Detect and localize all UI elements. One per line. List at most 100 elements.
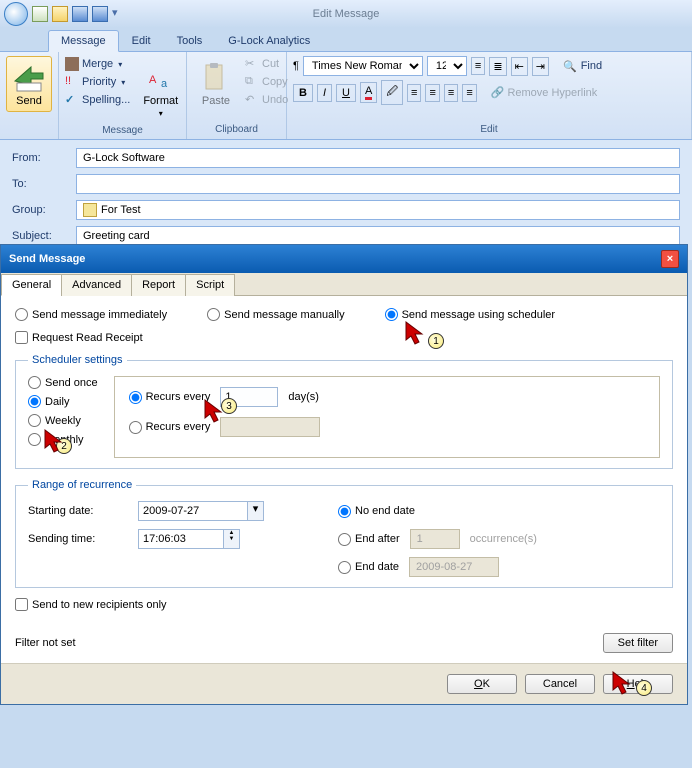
radio-weekly[interactable]: Weekly <box>28 414 98 427</box>
tab-tools[interactable]: Tools <box>164 30 216 51</box>
indent-icon[interactable]: ⇥ <box>532 57 549 76</box>
qat-open-icon[interactable] <box>52 6 68 22</box>
priority-button[interactable]: !!Priority <box>65 74 130 90</box>
to-field[interactable] <box>76 174 680 194</box>
bullets-icon[interactable]: ≡ <box>471 57 485 75</box>
find-button[interactable]: Find <box>581 59 602 73</box>
italic-button[interactable]: I <box>317 84 332 102</box>
highlight-button[interactable]: 🖉 <box>381 80 403 105</box>
send-button[interactable]: Send <box>6 56 52 112</box>
tab-general-panel: Send message immediately Send message ma… <box>1 296 687 623</box>
cut-icon: ✂ <box>245 57 259 71</box>
radio-send-scheduler[interactable]: Send message using scheduler <box>385 308 555 321</box>
align-center-icon[interactable]: ≡ <box>425 84 439 102</box>
annotation-badge-4: 4 <box>636 680 652 696</box>
message-group: Merge !!Priority ✓Spelling... Aa Format▾… <box>59 52 187 139</box>
radio-recurs-every[interactable]: Recurs every <box>129 391 211 404</box>
font-type-icon: ¶ <box>293 60 299 72</box>
ok-button[interactable]: OOKK <box>447 674 517 694</box>
check-new-recipients[interactable]: Send to new recipients only <box>15 598 673 611</box>
cancel-button[interactable]: Cancel <box>525 674 595 694</box>
format-icon: Aa <box>145 61 177 93</box>
align-right-icon[interactable]: ≡ <box>444 84 458 102</box>
qat-save-as-icon[interactable] <box>72 6 88 22</box>
svg-text:a: a <box>161 78 168 90</box>
undo-button[interactable]: ↶Undo <box>245 92 288 108</box>
scheduler-legend: Scheduler settings <box>28 354 127 366</box>
sending-time-input[interactable] <box>138 529 224 549</box>
qat-customize-icon[interactable]: ▾ <box>112 6 128 22</box>
from-label: From: <box>12 152 76 164</box>
group-icon <box>83 203 97 217</box>
close-button[interactable]: × <box>661 250 679 268</box>
from-field[interactable] <box>76 148 680 168</box>
qat-save-icon[interactable] <box>92 6 108 22</box>
copy-button[interactable]: ⧉Copy <box>245 74 288 90</box>
end-date-input <box>409 557 499 577</box>
ribbon-tabs: Message Edit Tools G-Lock Analytics <box>0 28 692 52</box>
check-read-receipt[interactable]: Request Read Receipt <box>15 331 673 344</box>
paste-button[interactable]: Paste <box>193 56 239 122</box>
spelling-button[interactable]: ✓Spelling... <box>65 92 130 108</box>
set-filter-button[interactable]: Set filter <box>603 633 673 653</box>
align-justify-icon[interactable]: ≡ <box>462 84 476 102</box>
numbering-icon[interactable]: ≣ <box>489 57 506 76</box>
outdent-icon[interactable]: ⇤ <box>511 57 528 76</box>
merge-button[interactable]: Merge <box>65 56 130 72</box>
dialog-tabs: General Advanced Report Script <box>1 273 687 296</box>
underline-button[interactable]: U <box>336 84 356 102</box>
font-size-select[interactable]: 12 <box>427 56 467 76</box>
radio-recurs-every-alt[interactable]: Recurs every <box>129 421 211 434</box>
tab-advanced[interactable]: Advanced <box>61 274 132 296</box>
radio-end-after[interactable]: End after <box>338 533 400 546</box>
occurrences-label: occurrence(s) <box>470 533 537 545</box>
tab-report[interactable]: Report <box>131 274 186 296</box>
remove-link-icon: 🔗 <box>491 86 505 99</box>
send-message-dialog: Send Message × General Advanced Report S… <box>0 244 688 705</box>
time-spinner[interactable]: ▲▼ <box>224 529 240 549</box>
quick-access-toolbar: ▾ <box>32 6 128 22</box>
remove-link-button[interactable]: 🔗Remove Hyperlink <box>491 85 598 100</box>
align-left-icon[interactable]: ≡ <box>407 84 421 102</box>
radio-send-immediately[interactable]: Send message immediately <box>15 308 167 321</box>
date-dropdown-icon[interactable]: ▾ <box>248 501 264 521</box>
tab-script[interactable]: Script <box>185 274 235 296</box>
recur-day-select <box>220 417 320 437</box>
group-field[interactable]: For Test <box>76 200 680 220</box>
radio-send-manually[interactable]: Send message manually <box>207 308 344 321</box>
qat-new-icon[interactable] <box>32 6 48 22</box>
annotation-badge-2: 2 <box>56 438 72 454</box>
message-group-label: Message <box>65 123 180 136</box>
edit-group: ¶ Times New Roman 12 ≡ ≣ ⇤ ⇥ 🔍Find B I U… <box>287 52 692 139</box>
bold-button[interactable]: B <box>293 84 313 102</box>
send-icon <box>13 61 45 93</box>
recurs-unit: day(s) <box>288 391 319 403</box>
undo-icon: ↶ <box>245 93 259 107</box>
font-name-select[interactable]: Times New Roman <box>303 56 423 76</box>
range-legend: Range of recurrence <box>28 479 136 491</box>
group-label: Group: <box>12 204 76 216</box>
svg-text:A: A <box>149 74 157 86</box>
merge-icon <box>65 57 79 71</box>
tab-analytics[interactable]: G-Lock Analytics <box>215 30 323 51</box>
font-color-button[interactable]: A <box>360 82 377 103</box>
clipboard-group-label: Clipboard <box>193 122 280 135</box>
starting-date-input[interactable] <box>138 501 248 521</box>
tab-edit[interactable]: Edit <box>119 30 164 51</box>
format-button[interactable]: Aa Format▾ <box>136 56 185 123</box>
tab-general[interactable]: General <box>1 274 62 296</box>
dialog-button-row: OOKK Cancel HelpHelp <box>1 663 687 704</box>
send-group: Send <box>0 52 59 139</box>
copy-icon: ⧉ <box>245 75 259 89</box>
cut-button[interactable]: ✂Cut <box>245 56 288 72</box>
radio-daily[interactable]: Daily <box>28 395 98 408</box>
priority-icon: !! <box>65 75 79 89</box>
subject-field[interactable] <box>76 226 680 246</box>
radio-send-once[interactable]: Send once <box>28 376 98 389</box>
to-label: To: <box>12 178 76 190</box>
send-label: Send <box>16 95 42 107</box>
radio-end-date[interactable]: End date <box>338 561 399 574</box>
tab-message[interactable]: Message <box>48 30 119 52</box>
filter-row: Filter not set Set filter <box>1 623 687 663</box>
radio-no-end[interactable]: No end date <box>338 505 660 518</box>
